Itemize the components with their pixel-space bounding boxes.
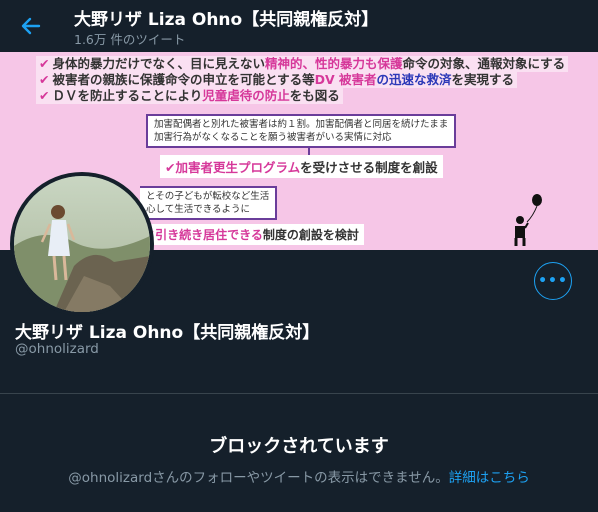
banner-box-2: とその子どもが転校など生活 心して生活できるように <box>140 186 278 220</box>
back-button[interactable] <box>17 12 45 40</box>
profile-avatar[interactable] <box>10 172 154 316</box>
profile-name: 大野リザ Liza Ohno【共同親権反対】 <box>15 323 320 343</box>
banner-line-1: ✔ 身体的暴力だけでなく、目に見えない精神的、性的暴力も保護命令の対象、通報対象に… <box>36 56 569 72</box>
divider <box>0 393 598 394</box>
banner-line-3: ✔ ＤＶを防止することにより児童虐待の防止をも図る <box>36 88 343 104</box>
blocked-message: @ohnolizardさんのフォローやツイートの表示はできません。 <box>68 470 449 486</box>
profile-handle: @ohnolizard <box>15 341 99 357</box>
banner-program: ✔加害者更生プログラムを受けさせる制度を創設 <box>160 155 443 178</box>
arrow-left-icon <box>21 17 41 35</box>
top-bar: 大野リザ Liza Ohno【共同親権反対】 1.6万 件のツイート <box>0 0 598 52</box>
more-icon: ••• <box>538 273 568 289</box>
blocked-message-row: @ohnolizardさんのフォローやツイートの表示はできません。詳細はこちら <box>0 466 598 486</box>
more-options-button[interactable]: ••• <box>534 262 572 300</box>
banner-bottom-line: ✔引き続き居住できる制度の創設を検討 <box>140 224 364 245</box>
banner-box-1: 加害配偶者と別れた被害者は約１割。加害配偶者と同居を続けたまま 加害行為がなくな… <box>146 114 457 148</box>
avatar-photo <box>14 176 150 312</box>
header-title: 大野リザ Liza Ohno【共同親権反対】 <box>74 10 379 30</box>
tweet-count: 1.6万 件のツイート <box>74 32 186 47</box>
blocked-title: ブロックされています <box>209 436 389 457</box>
details-link[interactable]: 詳細はこちら <box>449 470 530 486</box>
banner-line-2: ✔ 被害者の親族に保護命令の申立を可能とする等DV 被害者の迅速な救済を実現する <box>36 72 518 88</box>
balloon-child-icon <box>514 194 542 246</box>
